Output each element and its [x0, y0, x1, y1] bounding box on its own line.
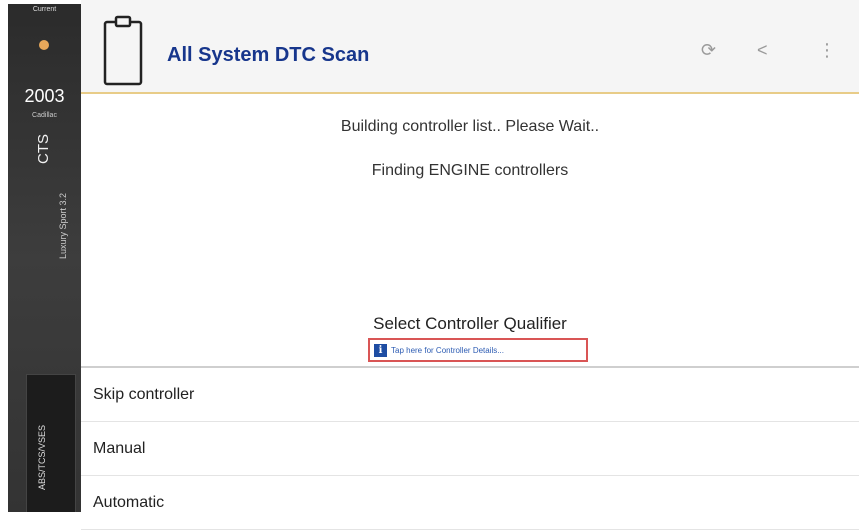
vehicle-model: CTS [35, 134, 52, 164]
qualifier-title: Select Controller Qualifier [373, 314, 567, 333]
vehicle-year: 2003 [24, 86, 65, 106]
main-panel: Building controller list.. Please Wait..… [81, 94, 859, 530]
option-label: Automatic [93, 493, 165, 511]
module-label: ABS/TCS/VSES [37, 424, 47, 490]
option-automatic[interactable]: Automatic [81, 476, 859, 530]
status-detail: Finding ENGINE controllers [371, 162, 569, 179]
vehicle-trim: Luxury Sport 3.2 [58, 192, 68, 259]
qualifier-options: Skip controller Manual Automatic [81, 368, 859, 530]
option-label: Skip controller [93, 385, 195, 403]
option-manual[interactable]: Manual [81, 422, 859, 476]
module-tab[interactable]: ABS/TCS/VSES [26, 374, 76, 512]
clipboard-icon [103, 15, 143, 86]
controller-details-link[interactable]: i Tap here for Controller Details... [368, 338, 588, 362]
option-skip-controller[interactable]: Skip controller [81, 368, 859, 422]
app-header: All System DTC Scan ⟳ < ⋮ [81, 0, 859, 94]
vehicle-make: Cadillac [32, 112, 57, 119]
refresh-icon[interactable]: ⟳ [701, 40, 716, 61]
status-message: Building controller list.. Please Wait.. [340, 118, 600, 135]
current-label: Current [32, 6, 57, 13]
more-icon[interactable]: ⋮ [818, 40, 836, 61]
status-dot-icon [39, 40, 49, 50]
back-icon[interactable]: < [757, 40, 768, 61]
vehicle-sidebar: Current 2003 Cadillac CTS Luxury Sport 3… [8, 4, 81, 512]
option-label: Manual [93, 439, 146, 457]
page-title: All System DTC Scan [167, 44, 370, 66]
info-icon: i [374, 343, 387, 357]
controller-details-label: Tap here for Controller Details... [391, 345, 504, 355]
